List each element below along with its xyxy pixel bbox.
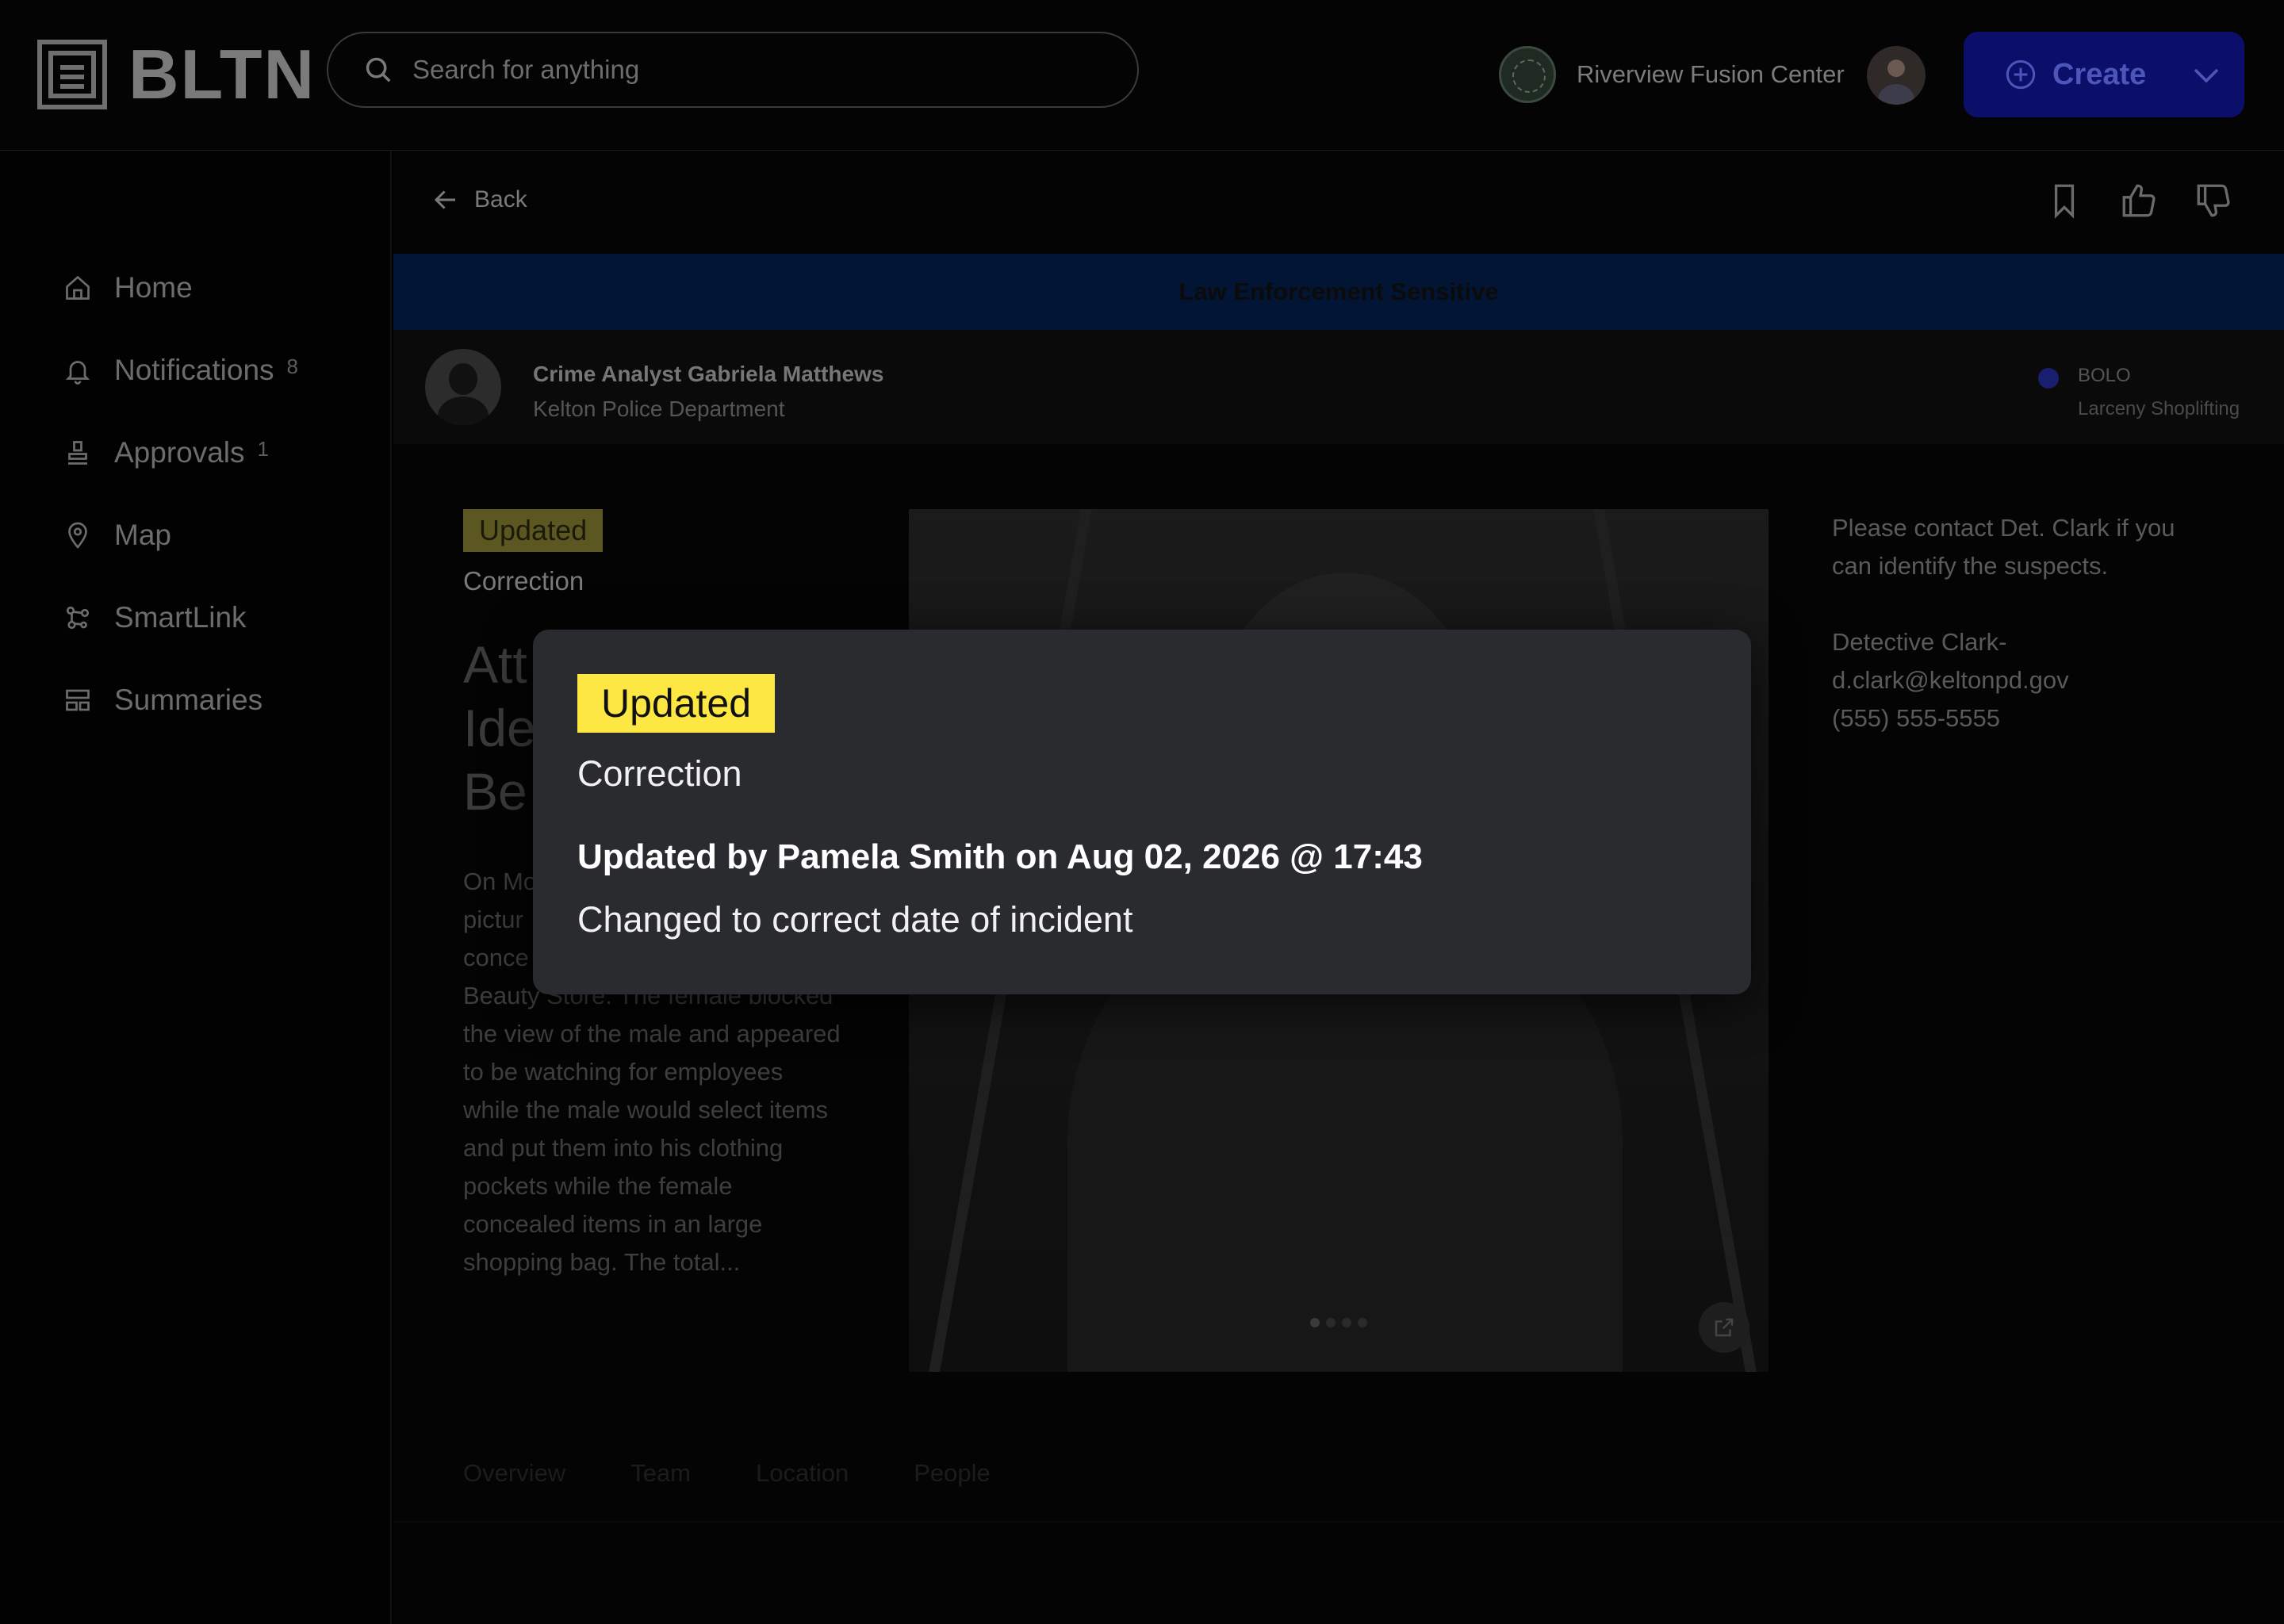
bulletin-subtype: Larceny Shoplifting (2078, 398, 2240, 419)
title-line: Be (463, 762, 527, 821)
top-bar: BLTN Riverview Fusion Center Create (0, 0, 2284, 151)
tab-location[interactable]: Location (756, 1459, 849, 1488)
classification-banner: Law Enforcement Sensitive (393, 254, 2284, 330)
contact-phone[interactable]: (555) 555-5555 (1832, 699, 2181, 737)
bulletin-actions (2044, 181, 2233, 220)
sidebar-item-smartlink[interactable]: SmartLink (63, 594, 247, 642)
carousel-dot[interactable] (1358, 1318, 1367, 1327)
sidebar-item-label: SmartLink (114, 601, 247, 634)
carousel-dot[interactable] (1342, 1318, 1351, 1327)
contact-email[interactable]: d.clark@keltonpd.gov (1832, 661, 2181, 699)
content-divider (393, 1521, 2284, 1522)
open-external-button[interactable] (1699, 1302, 1749, 1353)
sidebar-item-label: Notifications (114, 354, 274, 386)
back-label: Back (474, 186, 527, 213)
correction-label: Correction (463, 566, 584, 596)
sidebar-item-map[interactable]: Map (63, 511, 171, 559)
author-department: Kelton Police Department (533, 396, 785, 421)
tab-people[interactable]: People (914, 1459, 991, 1488)
title-line: Ide (463, 699, 536, 757)
tab-team[interactable]: Team (630, 1459, 691, 1488)
bulletin-title: Att Ide Be (463, 633, 536, 823)
carousel-dots[interactable] (1310, 1318, 1367, 1327)
nodes-icon (66, 606, 90, 630)
carousel-dot[interactable] (1326, 1318, 1336, 1327)
contact-info: Please contact Det. Clark if you can ide… (1832, 509, 2181, 737)
thumbs-down-icon[interactable] (2194, 181, 2233, 220)
bell-icon (65, 361, 90, 385)
desc-line: concealed items in an large (463, 1210, 763, 1238)
desc-line: pockets while the female (463, 1172, 733, 1200)
update-details-popover: Updated Correction Updated by Pamela Smi… (533, 630, 1751, 994)
org-seal-icon (1499, 46, 1556, 103)
classification-text: Law Enforcement Sensitive (1178, 278, 1499, 305)
plus-circle-icon (2006, 59, 2036, 90)
stamp-icon (68, 441, 87, 465)
logo-text: BLTN (128, 35, 316, 113)
approval-count: 1 (257, 436, 269, 461)
bulletin-type-dot (2038, 368, 2059, 389)
sidebar-item-label: Approvals (114, 436, 245, 469)
user-avatar[interactable] (1867, 46, 1926, 105)
home-icon (66, 275, 90, 300)
modal-correction-label: Correction (577, 753, 742, 794)
sidebar: Home Notifications 8 Approvals 1 Map Sma… (0, 151, 392, 1624)
logo-mark-icon (37, 40, 107, 109)
search-input[interactable] (412, 55, 1094, 85)
sidebar-item-approvals[interactable]: Approvals 1 (63, 429, 269, 477)
bookmark-icon[interactable] (2044, 181, 2084, 220)
create-button[interactable]: Create (1964, 32, 2244, 117)
chevron-down-icon[interactable] (2187, 56, 2225, 94)
modal-updated-by: Updated by Pamela Smith on Aug 02, 2026 … (577, 837, 1423, 876)
updated-badge[interactable]: Updated (463, 509, 604, 552)
back-button[interactable]: Back (431, 186, 527, 214)
author-avatar[interactable] (425, 349, 501, 425)
sidebar-item-summaries[interactable]: Summaries (63, 676, 263, 724)
modal-updated-badge: Updated (577, 674, 776, 733)
bulletin-type: BOLO (2078, 365, 2131, 386)
external-link-icon (1715, 1318, 1734, 1337)
desc-line: while the male would select items (463, 1096, 829, 1124)
create-main-action[interactable]: Create (1964, 32, 2146, 117)
tab-overview[interactable]: Overview (463, 1459, 565, 1488)
sidebar-item-label: Map (114, 519, 171, 551)
app-logo[interactable]: BLTN (36, 35, 316, 113)
author-row: Crime Analyst Gabriela Matthews Kelton P… (393, 330, 2284, 444)
sidebar-item-notifications[interactable]: Notifications 8 (63, 347, 298, 394)
arrow-left-icon (434, 190, 455, 209)
org-switcher[interactable]: Riverview Fusion Center (1499, 46, 1845, 103)
notification-count: 8 (286, 354, 298, 378)
thumbs-up-icon[interactable] (2119, 181, 2159, 220)
sidebar-item-home[interactable]: Home (63, 264, 193, 312)
desc-line: shopping bag. The total... (463, 1248, 741, 1276)
desc-line: and put them into his clothing (463, 1134, 784, 1162)
title-line: Att (463, 635, 527, 694)
desc-line: the view of the male and appeared (463, 1020, 841, 1048)
author-name[interactable]: Crime Analyst Gabriela Matthews (533, 362, 883, 387)
map-pin-icon (68, 522, 87, 550)
search-icon (366, 57, 391, 82)
bulletin-tabs: Overview Team Location People (463, 1459, 991, 1488)
desc-line: to be watching for employees (463, 1058, 784, 1086)
org-name: Riverview Fusion Center (1577, 60, 1845, 88)
contact-note: Please contact Det. Clark if you can ide… (1832, 514, 2175, 580)
modal-change-note: Changed to correct date of incident (577, 899, 1133, 940)
layout-icon (66, 689, 90, 711)
create-label: Create (2052, 57, 2147, 91)
contact-name: Detective Clark- (1832, 628, 2007, 656)
search-bar[interactable] (327, 32, 1139, 108)
sidebar-item-label: Summaries (114, 684, 263, 716)
carousel-dot[interactable] (1310, 1318, 1320, 1327)
sidebar-item-label: Home (114, 271, 193, 304)
